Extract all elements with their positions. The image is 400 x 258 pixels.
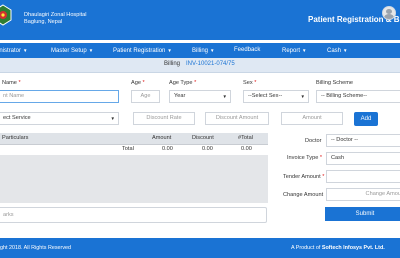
change-amount-input[interactable]: Change Amou [326, 188, 400, 201]
total-label: Total [122, 146, 134, 152]
required-marker: * [194, 80, 197, 86]
invoice-type-label: Invoice Type * [287, 155, 323, 161]
required-marker: * [319, 155, 323, 161]
billing-bar: Billing INV-10021-074/75 [0, 58, 400, 73]
age-input[interactable]: Age [131, 90, 160, 103]
billing-label: Billing [164, 61, 181, 67]
total-total: 0.00 [241, 146, 252, 152]
nav-feedback[interactable]: Feedback [234, 43, 260, 58]
required-marker: * [254, 80, 257, 86]
tender-amount-label: Tender Amount * [283, 174, 325, 180]
nav-report[interactable]: Report ▼ [282, 43, 306, 58]
hospital-logo [0, 4, 12, 26]
chevron-down-icon: ▼ [343, 48, 348, 53]
total-discount: 0.00 [202, 146, 213, 152]
discount-rate-input[interactable]: Discount Rate [133, 112, 195, 125]
col-particulars: Particulars [2, 135, 29, 141]
copyright-text: ght 2018. All Rights Reserved [0, 245, 72, 251]
company-name: Softech Infosys Pvt. Ltd. [321, 245, 385, 251]
doctor-label: Doctor [305, 138, 322, 144]
amount-input[interactable]: Amount [281, 112, 343, 125]
chevron-down-icon: ▼ [167, 48, 172, 53]
table-body [0, 155, 268, 203]
discount-amount-input[interactable]: Discount Amount [205, 112, 269, 125]
chevron-down-icon: ▼ [300, 94, 305, 99]
col-discount: Discount [192, 135, 214, 141]
hospital-name: Dhaulagiri Zonal Hospital [24, 12, 87, 18]
billing-scheme-select[interactable]: -- Billing Scheme-- [316, 90, 400, 103]
age-label: Age * [131, 80, 145, 86]
tender-amount-input[interactable] [326, 170, 400, 183]
chevron-down-icon: ▼ [88, 48, 94, 53]
chevron-down-icon: ▼ [302, 48, 307, 53]
nav-administrator[interactable]: inistrator ▼ [0, 43, 27, 58]
sex-select[interactable]: --Select Sex-- ▼ [243, 90, 309, 103]
change-amount-label: Change Amount [283, 192, 324, 198]
nav-billing[interactable]: Billing ▼ [192, 43, 214, 58]
col-total: #Total [238, 135, 253, 141]
doctor-select[interactable]: -- Doctor -- [326, 134, 400, 147]
add-button[interactable]: Add [354, 112, 378, 126]
name-label: Name * [2, 80, 21, 86]
required-marker: * [142, 80, 145, 86]
total-amount: 0.00 [162, 146, 173, 152]
main-nav: inistrator ▼ Master Setup ▼ Patient Regist… [0, 43, 400, 58]
chevron-down-icon: ▼ [210, 48, 215, 53]
col-amount: Amount [152, 135, 172, 141]
patient-name-input[interactable]: nt Name [0, 90, 119, 103]
nav-cash[interactable]: Cash ▼ [327, 43, 347, 58]
app-header: Dhaulagiri Zonal Hospital Baglung, Nepal… [0, 0, 400, 40]
remarks-textarea[interactable]: arks [0, 207, 267, 223]
nav-master-setup[interactable]: Master Setup ▼ [51, 43, 93, 58]
billing-invoice-number: INV-10021-074/75 [186, 61, 235, 67]
submit-button[interactable]: Submit [325, 207, 400, 221]
required-marker: * [18, 80, 21, 86]
chevron-down-icon: ▼ [110, 116, 115, 121]
hospital-location: Baglung, Nepal [24, 19, 63, 25]
age-type-label: Age Type * [169, 80, 197, 86]
service-select[interactable]: ect Service ▼ [0, 112, 119, 125]
invoice-type-select[interactable]: Cash [326, 152, 400, 165]
app-footer: ght 2018. All Rights Reserved A Product … [0, 238, 400, 258]
sex-label: Sex * [243, 80, 257, 86]
chevron-down-icon: ▼ [222, 94, 227, 99]
chevron-down-icon: ▼ [23, 48, 28, 53]
product-credit: A Product of Softech Infosys Pvt. Ltd. [291, 245, 385, 251]
hospital-name-block: Dhaulagiri Zonal Hospital Baglung, Nepal [24, 12, 87, 26]
user-avatar[interactable] [382, 6, 396, 20]
nav-patient-registration[interactable]: Patient Registration ▼ [113, 43, 172, 58]
required-marker: * [322, 174, 325, 180]
age-type-select[interactable]: Year ▼ [169, 90, 231, 103]
billing-scheme-label: Billing Scheme [316, 80, 353, 86]
